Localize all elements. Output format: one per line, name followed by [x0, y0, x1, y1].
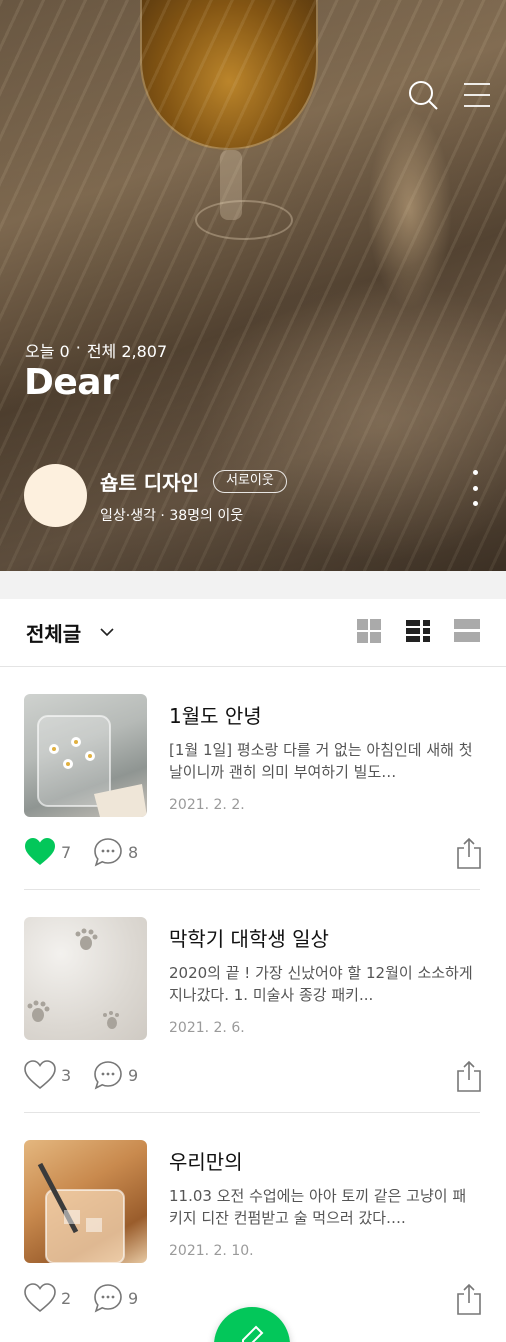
- flower-jar-image: [37, 715, 147, 817]
- comment-icon[interactable]: [93, 1060, 123, 1090]
- post-title[interactable]: 1월도 안녕: [169, 700, 262, 729]
- more-icon: [472, 470, 478, 475]
- menu-button[interactable]: [462, 80, 492, 110]
- comment-count: 9: [128, 1289, 139, 1308]
- search-button[interactable]: [408, 80, 438, 110]
- post-item[interactable]: 막학기 대학생 일상 2020의 끝 ! 가장 신났어야 할 12월이 소소하게…: [0, 890, 506, 1113]
- share-icon[interactable]: [456, 1060, 482, 1092]
- category-selector[interactable]: 전체글: [26, 618, 81, 647]
- post-excerpt[interactable]: 11.03 오전 수업에는 아아 토끼 같은 고냥이 패키지 디잔 컨펌받고 술…: [169, 1185, 479, 1229]
- more-button[interactable]: [466, 470, 484, 506]
- chevron-down-icon[interactable]: [98, 623, 116, 641]
- profile-nickname[interactable]: 숍트 디자인: [100, 467, 199, 496]
- avatar[interactable]: [24, 464, 87, 527]
- neighbor-badge[interactable]: 서로이웃: [213, 470, 287, 493]
- post-excerpt[interactable]: [1월 1일] 평소랑 다를 거 없는 아침인데 새해 첫날이니까 괜히 의미 …: [169, 739, 479, 783]
- visit-counter: 오늘 0 · 전체 2,807: [25, 338, 167, 362]
- post-list-toolbar: 전체글: [0, 599, 506, 667]
- snow-paw-image: [27, 928, 119, 1029]
- post-thumbnail[interactable]: [24, 917, 147, 1040]
- post-thumbnail[interactable]: [24, 1140, 147, 1263]
- section-gap: [0, 571, 506, 599]
- post-date: 2021. 2. 6.: [169, 1020, 245, 1036]
- card-view-icon[interactable]: [454, 618, 480, 644]
- comment-icon[interactable]: [93, 1283, 123, 1313]
- heart-icon[interactable]: [24, 837, 56, 867]
- post-thumbnail[interactable]: [24, 694, 147, 817]
- visits-total: 전체 2,807: [86, 342, 168, 361]
- grid-view-icon[interactable]: [356, 618, 382, 644]
- blog-cover: 오늘 0 · 전체 2,807 Dear 숍트 디자인 서로이웃 일상·생각 ·…: [0, 0, 506, 571]
- like-count: 3: [61, 1066, 72, 1085]
- post-title[interactable]: 막학기 대학생 일상: [169, 923, 329, 952]
- post-date: 2021. 2. 2.: [169, 797, 245, 813]
- post-date: 2021. 2. 10.: [169, 1243, 254, 1259]
- post-title[interactable]: 우리만의: [169, 1146, 243, 1175]
- like-count: 2: [61, 1289, 72, 1308]
- share-icon[interactable]: [456, 1283, 482, 1315]
- share-icon[interactable]: [456, 837, 482, 869]
- post-item[interactable]: 1월도 안녕 [1월 1일] 평소랑 다를 거 없는 아침인데 새해 첫날이니까…: [0, 667, 506, 890]
- menu-icon: [464, 83, 490, 107]
- comment-icon[interactable]: [93, 837, 123, 867]
- list-view-icon[interactable]: [405, 618, 431, 644]
- blog-title: Dear: [24, 362, 119, 403]
- heart-icon[interactable]: [24, 1060, 56, 1090]
- heart-icon[interactable]: [24, 1283, 56, 1313]
- like-count: 7: [61, 843, 72, 862]
- comment-count: 9: [128, 1066, 139, 1085]
- visits-separator: ·: [75, 338, 81, 357]
- profile-subtitle: 일상·생각 · 38명의 이웃: [100, 508, 244, 524]
- post-excerpt[interactable]: 2020의 끝 ! 가장 신났어야 할 12월이 소소하게 지나갔다. 1. 미…: [169, 962, 479, 1006]
- post-item[interactable]: 우리만의 11.03 오전 수업에는 아아 토끼 같은 고냥이 패키지 디잔 컨…: [0, 1113, 506, 1335]
- more-icon-dot: [472, 501, 478, 506]
- comment-count: 8: [128, 843, 139, 862]
- iced-coffee-image: [37, 1162, 125, 1263]
- search-icon: [409, 81, 438, 110]
- pencil-icon: [242, 1325, 264, 1342]
- more-icon-dot: [472, 485, 478, 491]
- visits-today: 오늘 0: [25, 342, 70, 361]
